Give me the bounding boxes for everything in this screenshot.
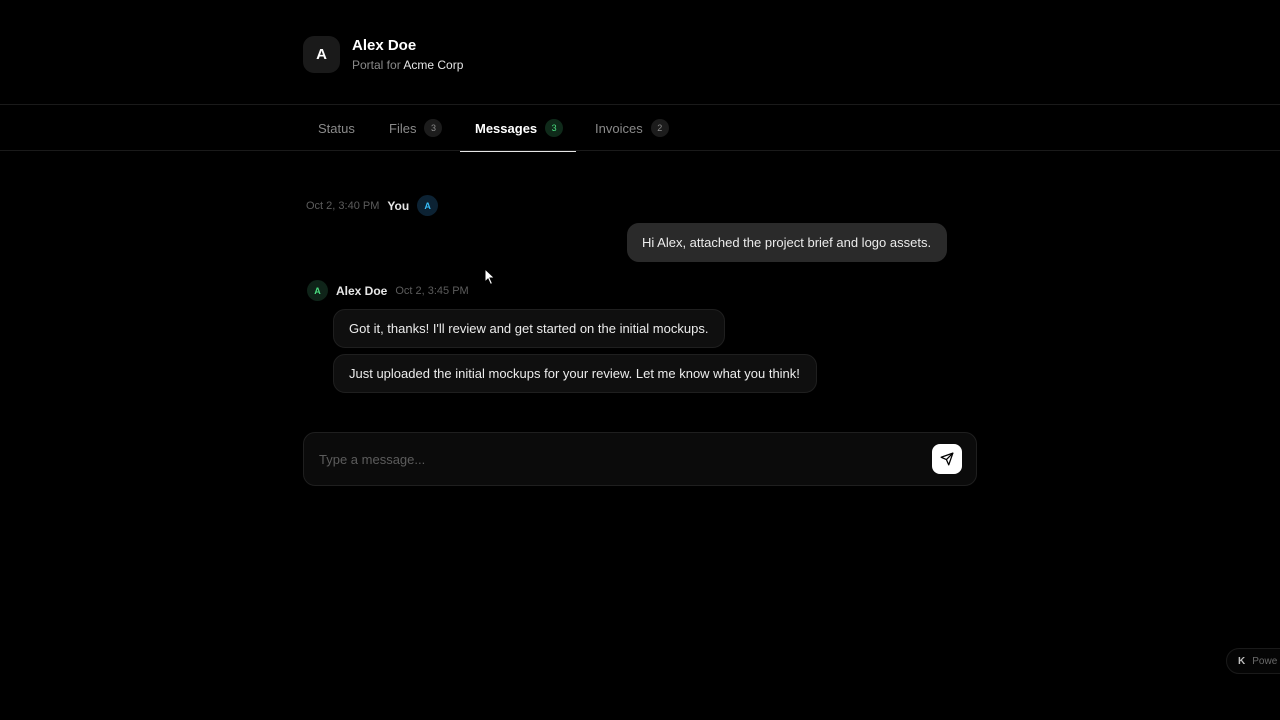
invoices-count-badge: 2 bbox=[650, 119, 669, 137]
client-name: Alex Doe bbox=[352, 37, 417, 54]
mouse-cursor-icon bbox=[484, 268, 496, 286]
send-button[interactable] bbox=[932, 444, 962, 474]
message-text: Hi Alex, attached the project brief and … bbox=[642, 235, 932, 250]
tab-bar: Status Files 3 Messages 3 Invoices 2 bbox=[0, 105, 1280, 152]
tab-label: Files bbox=[389, 120, 417, 136]
tab-status[interactable]: Status bbox=[303, 105, 370, 151]
portal-subtitle: Portal for Acme Corp bbox=[352, 58, 463, 72]
tab-messages[interactable]: Messages 3 bbox=[460, 105, 576, 152]
message-text: Got it, thanks! I'll review and get star… bbox=[349, 321, 709, 336]
message-meta-you: Oct 2, 3:40 PM You A bbox=[306, 195, 439, 216]
send-icon bbox=[940, 452, 954, 466]
powered-by-text: Powe bbox=[1252, 655, 1278, 667]
author-avatar: A bbox=[417, 195, 439, 216]
portal-prefix: Portal for bbox=[352, 58, 401, 72]
message-author: You bbox=[387, 198, 410, 213]
author-avatar: A bbox=[307, 280, 328, 301]
message-timestamp: Oct 2, 3:45 PM bbox=[395, 284, 469, 297]
message-text: Just uploaded the initial mockups for yo… bbox=[349, 366, 800, 381]
brand-logo-icon: K bbox=[1238, 655, 1246, 667]
files-count-badge: 3 bbox=[424, 119, 443, 137]
tab-files[interactable]: Files 3 bbox=[374, 105, 457, 151]
message-bubble-sent: Hi Alex, attached the project brief and … bbox=[627, 223, 947, 262]
message-timestamp: Oct 2, 3:40 PM bbox=[306, 199, 380, 212]
message-composer bbox=[303, 432, 977, 486]
client-portal-page: A Alex Doe Portal for Acme Corp Status F… bbox=[0, 0, 1280, 720]
messages-count-badge: 3 bbox=[545, 119, 564, 137]
tab-label: Invoices bbox=[595, 120, 643, 136]
client-avatar: A bbox=[303, 36, 340, 73]
message-meta-alex: A Alex Doe Oct 2, 3:45 PM bbox=[307, 280, 469, 301]
tab-label: Status bbox=[318, 120, 355, 136]
portal-header: A Alex Doe Portal for Acme Corp bbox=[0, 0, 1280, 105]
tab-invoices[interactable]: Invoices 2 bbox=[580, 105, 684, 151]
message-input[interactable] bbox=[319, 433, 919, 485]
tab-label: Messages bbox=[475, 120, 538, 136]
message-author: Alex Doe bbox=[336, 283, 388, 298]
message-bubble-received: Just uploaded the initial mockups for yo… bbox=[333, 354, 817, 393]
powered-by-badge[interactable]: K Powe bbox=[1226, 648, 1280, 674]
message-bubble-received: Got it, thanks! I'll review and get star… bbox=[333, 309, 725, 348]
company-name: Acme Corp bbox=[403, 58, 464, 72]
